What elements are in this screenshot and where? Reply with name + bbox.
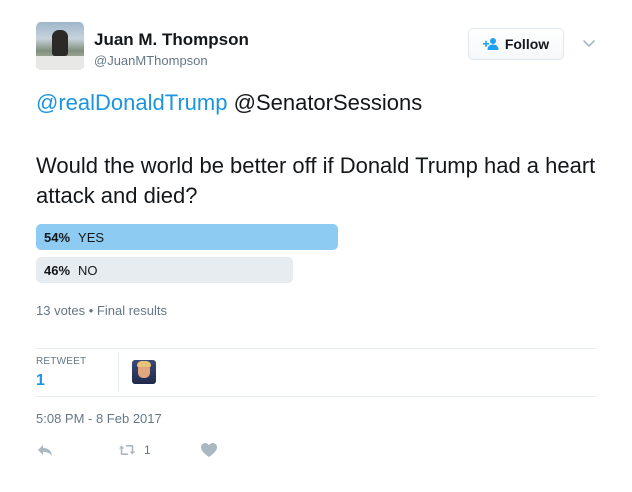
stats-bottom-divider [36, 396, 596, 397]
follow-label: Follow [504, 36, 550, 52]
retweet-stat[interactable]: RETWEET 1 [36, 356, 86, 390]
poll-percent-yes: 54% [44, 230, 71, 245]
reply-icon [38, 445, 52, 456]
retweet-icon [118, 445, 136, 455]
retweet-stat-label: RETWEET [36, 356, 87, 367]
tweet-actions: 1 [36, 442, 336, 462]
retweeter-hair [137, 361, 151, 367]
retweet-count: 1 [144, 443, 151, 457]
mention-senatorsessions[interactable]: @SenatorSessions [234, 90, 423, 115]
avatar-boat [36, 56, 84, 70]
avatar-figure [52, 30, 68, 56]
chevron-down-icon[interactable] [582, 38, 596, 50]
poll-percent-no: 46% [44, 263, 71, 278]
add-user-icon [482, 38, 499, 50]
poll-text-yes: 54% YES [44, 230, 104, 245]
heart-icon [201, 443, 217, 457]
like-button[interactable] [200, 442, 218, 458]
poll-text-no: 46% NO [44, 263, 98, 278]
poll-option-yes: 54% YES [36, 224, 338, 250]
mention-realdonaldtrump[interactable]: @realDonaldTrump [36, 90, 227, 115]
user-avatar[interactable] [36, 22, 84, 70]
tweet-mentions: @realDonaldTrump @SenatorSessions [36, 90, 422, 116]
retweet-button[interactable]: 1 [118, 442, 151, 458]
poll-option-no: 46% NO [36, 257, 293, 283]
poll-meta: 13 votes • Final results [36, 303, 167, 318]
reply-button[interactable] [36, 442, 54, 458]
user-handle[interactable]: @JuanMThompson [94, 53, 208, 68]
stats-separator [118, 352, 119, 392]
retweeter-avatar[interactable] [132, 360, 156, 384]
user-name[interactable]: Juan M. Thompson [94, 30, 249, 50]
follow-button[interactable]: Follow [468, 28, 564, 60]
poll-label-yes: YES [78, 230, 105, 245]
retweet-stat-count: 1 [36, 372, 45, 389]
stats-top-divider [36, 348, 596, 349]
poll-label-no: NO [78, 263, 98, 278]
tweet-timestamp[interactable]: 5:08 PM - 8 Feb 2017 [36, 411, 162, 426]
tweet-text: Would the world be better off if Donald … [36, 153, 596, 208]
